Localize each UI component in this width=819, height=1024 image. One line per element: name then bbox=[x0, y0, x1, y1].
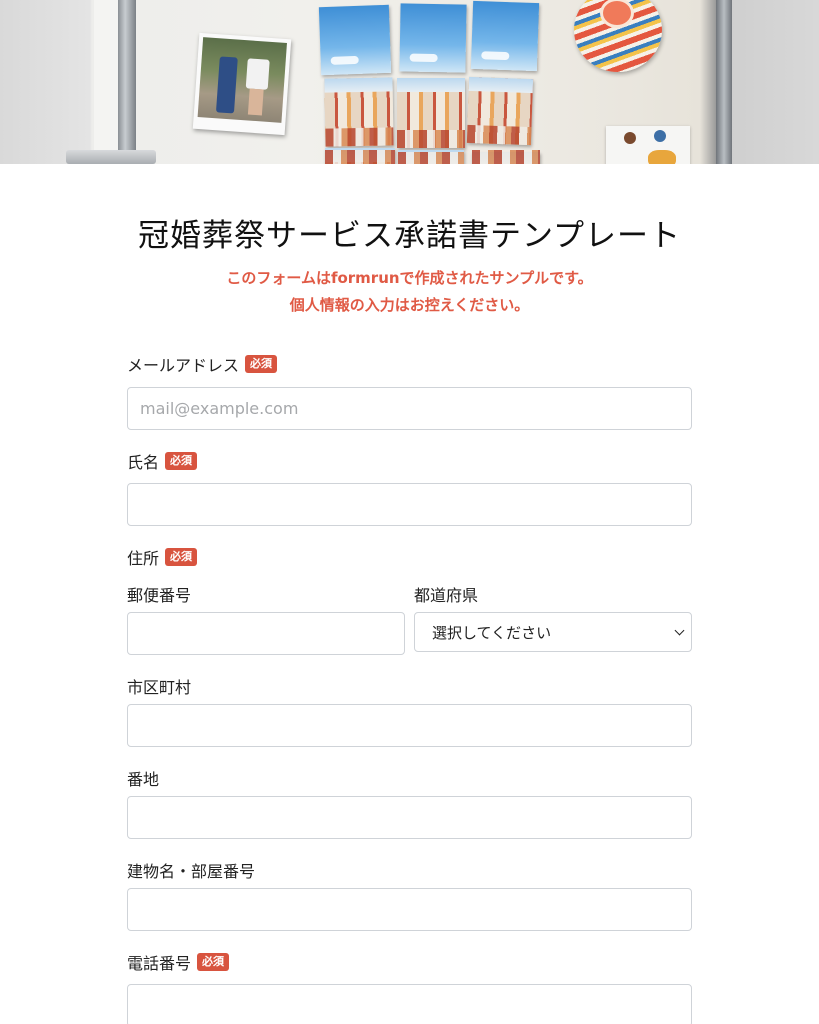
name-label: 氏名 必須 bbox=[127, 449, 198, 473]
name-input[interactable] bbox=[127, 483, 692, 526]
required-badge: 必須 bbox=[245, 355, 278, 373]
chevron-down-icon bbox=[674, 625, 685, 635]
building-input[interactable] bbox=[127, 888, 692, 931]
street-label: 番地 bbox=[127, 770, 160, 789]
prefecture-selected-value: 選択してください bbox=[432, 623, 552, 642]
window-frame bbox=[94, 0, 118, 164]
town-photo-tile bbox=[397, 78, 465, 148]
city-label: 市区町村 bbox=[127, 678, 192, 697]
couple-photo bbox=[192, 32, 292, 136]
window-frame-right bbox=[716, 0, 732, 164]
postal-code-input[interactable] bbox=[127, 612, 405, 655]
required-badge: 必須 bbox=[165, 452, 198, 470]
address-label-text: 住所 bbox=[127, 549, 160, 568]
name-label-text: 氏名 bbox=[127, 453, 160, 472]
email-label: メールアドレス 必須 bbox=[127, 352, 278, 376]
page-title: 冠婚葬祭サービス承諾書テンプレート bbox=[137, 218, 682, 254]
town-photo-tile bbox=[472, 150, 540, 164]
window-handle bbox=[66, 150, 156, 164]
town-photo-tile bbox=[324, 77, 394, 147]
phone-input[interactable] bbox=[127, 984, 692, 1024]
town-photo-tile bbox=[398, 150, 464, 164]
address-label: 住所 必須 bbox=[127, 545, 198, 569]
city-input[interactable] bbox=[127, 704, 692, 747]
window-frame-metal bbox=[118, 0, 136, 164]
town-photo-tile bbox=[466, 76, 534, 146]
building-label: 建物名・部屋番号 bbox=[127, 862, 256, 881]
email-input[interactable] bbox=[127, 387, 692, 430]
sky-photo-tile bbox=[470, 0, 540, 72]
email-label-text: メールアドレス bbox=[127, 356, 240, 375]
sky-photo-tile bbox=[318, 4, 392, 76]
plate-photo bbox=[574, 0, 662, 72]
magnet-note bbox=[606, 126, 690, 164]
prefecture-label: 都道府県 bbox=[414, 586, 479, 605]
sky-photo-tile bbox=[399, 3, 467, 73]
required-badge: 必須 bbox=[197, 953, 230, 971]
sample-notice-line1: このフォームはformrunで作成されたサンプルです。 bbox=[226, 269, 593, 287]
street-input[interactable] bbox=[127, 796, 692, 839]
header-image bbox=[0, 0, 819, 164]
sample-notice-line2: 個人情報の入力はお控えください。 bbox=[289, 296, 530, 314]
prefecture-select[interactable]: 選択してください bbox=[414, 612, 692, 652]
phone-label: 電話番号 必須 bbox=[127, 950, 230, 974]
phone-label-text: 電話番号 bbox=[127, 954, 192, 973]
postal-code-label: 郵便番号 bbox=[127, 586, 192, 605]
town-photo-tile bbox=[325, 148, 395, 164]
required-badge: 必須 bbox=[165, 548, 198, 566]
sample-notice: このフォームはformrunで作成されたサンプルです。 個人情報の入力はお控えく… bbox=[0, 265, 819, 319]
